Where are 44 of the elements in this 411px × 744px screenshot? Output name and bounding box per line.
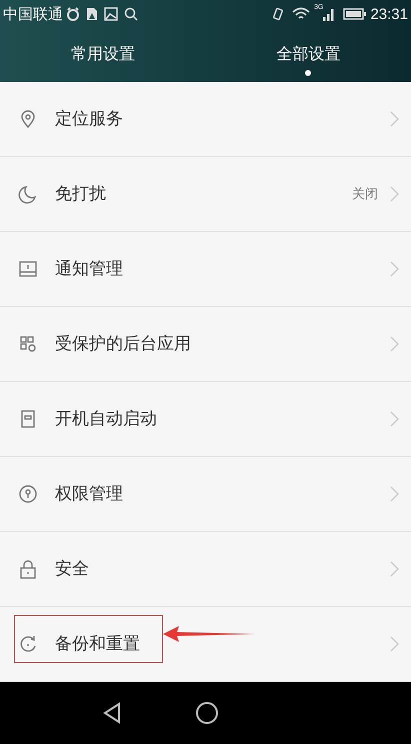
sim-warning-icon [86, 7, 98, 21]
item-label: 通知管理 [55, 258, 124, 280]
moon-icon [18, 184, 38, 204]
chevron-right-icon [390, 111, 399, 127]
home-icon[interactable] [195, 701, 219, 725]
chevron-right-icon [390, 261, 399, 277]
settings-item[interactable]: 权限管理 [0, 457, 411, 532]
settings-item[interactable]: 免打扰 关闭 [0, 157, 411, 232]
backup-icon [18, 634, 38, 654]
chevron-right-icon [390, 336, 399, 352]
signal-icon [323, 7, 336, 21]
search-icon [124, 7, 138, 21]
wifi-icon [292, 7, 310, 21]
chevron-right-icon [390, 186, 399, 202]
chevron-right-icon [390, 411, 399, 427]
chevron-right-icon [390, 561, 399, 577]
back-icon[interactable] [102, 702, 122, 724]
battery-icon [343, 7, 368, 21]
app-grid-icon [18, 334, 38, 354]
item-label: 免打扰 [55, 183, 107, 206]
lock-icon [18, 559, 38, 579]
settings-item[interactable]: 开机自动启动 [0, 382, 411, 457]
tab[interactable]: 全部设置 [206, 28, 411, 82]
keyhole-icon [18, 484, 38, 504]
settings-item[interactable]: 通知管理 [0, 232, 411, 307]
notification-panel-icon [18, 259, 38, 279]
clock-time: 23:31 [370, 6, 408, 22]
item-label: 开机自动启动 [55, 408, 158, 430]
alarm-icon [66, 7, 80, 21]
tab[interactable]: 常用设置 [0, 28, 206, 82]
settings-item[interactable]: 定位服务 [0, 82, 411, 157]
image-icon [104, 7, 118, 21]
chevron-right-icon [390, 486, 399, 502]
item-label: 定位服务 [55, 108, 124, 130]
carrier-name: 中国联通 [3, 6, 63, 22]
vibrate-icon [272, 7, 284, 21]
item-label: 受保护的后台应用 [55, 333, 192, 356]
item-value: 关闭 [352, 185, 378, 204]
chevron-right-icon [390, 636, 399, 652]
settings-item[interactable]: 安全 [0, 532, 411, 607]
item-label: 安全 [55, 558, 90, 580]
item-label: 备份和重置 [55, 633, 141, 656]
item-label: 权限管理 [55, 483, 124, 506]
settings-item[interactable]: 受保护的后台应用 [0, 307, 411, 382]
